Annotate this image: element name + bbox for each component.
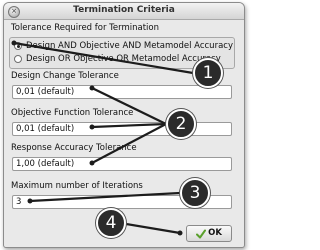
callout-badge-4: 4 bbox=[96, 208, 126, 238]
ok-button[interactable]: OK bbox=[186, 225, 232, 242]
dialog-title: Termination Criteria bbox=[73, 5, 175, 15]
response-accuracy-label: Response Accuracy Tolerance bbox=[11, 143, 137, 153]
callout-badge-1: 1 bbox=[193, 58, 223, 88]
title-bar: × Termination Criteria bbox=[4, 3, 244, 20]
ok-label: OK bbox=[208, 228, 222, 238]
objective-function-field[interactable]: 0,01 (default) bbox=[12, 122, 232, 136]
response-accuracy-field[interactable]: 1,00 (default) bbox=[12, 157, 232, 171]
callout-badge-3: 3 bbox=[180, 178, 210, 208]
radio-button-selected[interactable] bbox=[14, 42, 22, 50]
radio-label-or: Design OR Objective OR Metamodel Accurac… bbox=[26, 54, 221, 64]
objective-function-label: Objective Function Tolerance bbox=[11, 108, 134, 118]
check-icon bbox=[196, 229, 207, 238]
design-change-label: Design Change Tolerance bbox=[11, 71, 119, 81]
callout-badge-2: 2 bbox=[166, 109, 196, 139]
design-change-field[interactable]: 0,01 (default) bbox=[12, 85, 232, 99]
tolerance-group-label: Tolerance Required for Termination bbox=[11, 23, 159, 33]
radio-button-unselected[interactable] bbox=[14, 55, 22, 63]
termination-criteria-dialog: × Termination Criteria Tolerance Require… bbox=[3, 2, 245, 248]
max-iterations-label: Maximum number of Iterations bbox=[11, 181, 143, 191]
radio-label-and: Design AND Objective AND Metamodel Accur… bbox=[26, 41, 233, 51]
